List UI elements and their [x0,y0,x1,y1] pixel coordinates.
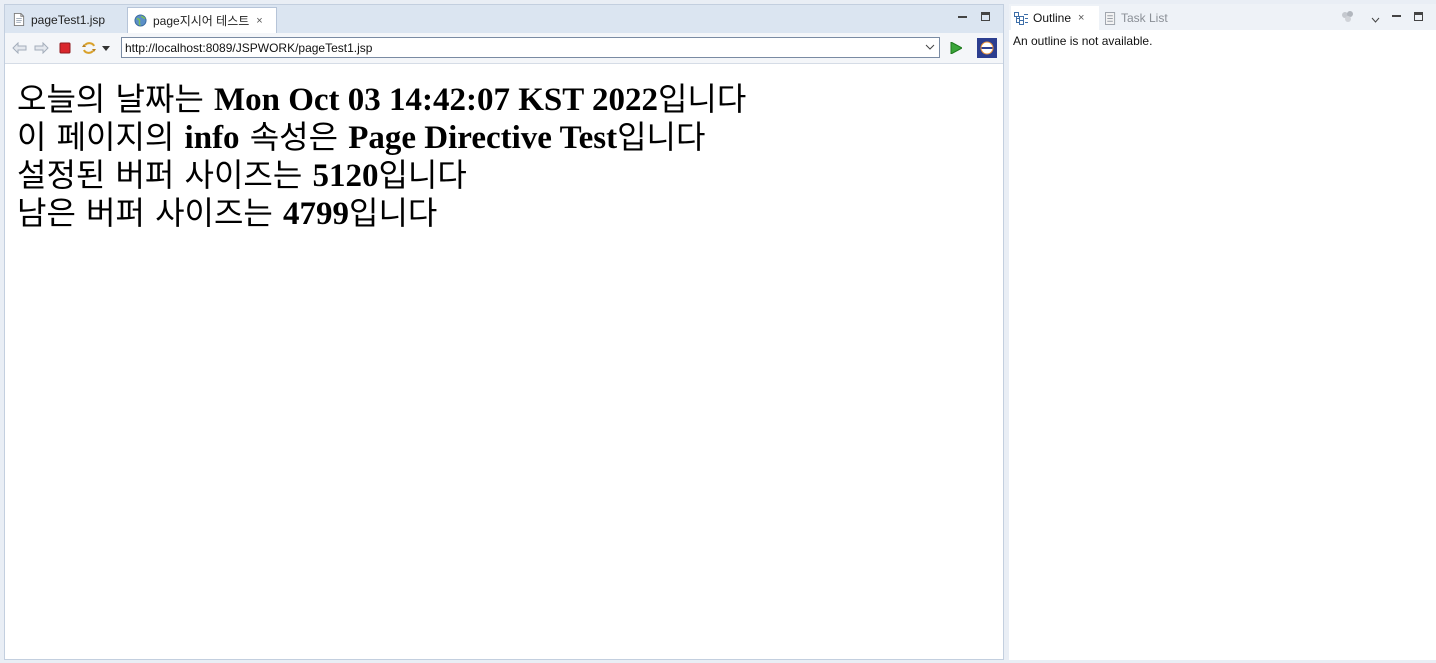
outline-icon [1014,11,1028,25]
maximize-icon[interactable] [981,12,990,21]
date-suffix: 입니다 [657,80,747,118]
back-button[interactable] [11,40,27,56]
browser-toolbar: http://localhost:8089/JSPWORK/pageTest1.… [5,33,1003,64]
info-keyword: info [184,120,240,156]
task-list-icon [1105,11,1116,25]
tab-outline[interactable]: Outline × [1011,6,1099,30]
jsp-file-icon [13,13,25,26]
page-body: 오늘의 날짜는 Mon Oct 03 14:42:07 KST 2022입니다 … [17,81,993,233]
back-arrow-icon [11,42,26,54]
stop-icon [59,42,71,54]
minimize-icon[interactable] [958,12,967,18]
dropdown-arrow-icon [102,45,110,51]
url-text: http://localhost:8089/JSPWORK/pageTest1.… [125,40,373,55]
chevron-down-icon [1371,17,1380,23]
maximize-icon[interactable] [1414,12,1423,21]
play-icon [950,42,962,54]
close-tab-icon[interactable]: × [1078,12,1084,24]
tab-page-directive-test[interactable]: page지시어 테스트 × [127,7,277,33]
tab-label: Outline [1033,11,1072,25]
buffer-size-line: 설정된 버퍼 사이즈는 5120입니다 [17,157,993,195]
info-middle: 속성은 [239,118,349,156]
remaining-buffer-line: 남은 버퍼 사이즈는 4799입니다 [17,195,993,233]
info-suffix: 입니다 [617,118,706,156]
info-prefix: 이 페이지의 [17,118,185,156]
stop-button[interactable] [57,40,73,56]
forward-arrow-icon [34,42,49,54]
go-button[interactable] [948,40,964,56]
view-menu-button[interactable] [1341,10,1355,24]
remaining-buffer-suffix: 입니다 [349,194,438,232]
tab-label: pageTest1.jsp [31,12,106,27]
outline-view-pane: Outline × Task List An outline is not av… [1009,4,1436,660]
forward-button[interactable] [33,40,49,56]
close-tab-icon[interactable]: × [256,15,262,27]
buffer-size-suffix: 입니다 [378,156,467,194]
tab-label: page지시어 테스트 [153,14,250,28]
editor-tab-bar: pageTest1.jsp page지시어 테스트 × [5,5,1003,34]
eclipse-icon [977,38,997,58]
date-prefix: 오늘의 날짜는 [17,80,214,118]
url-history-dropdown[interactable] [921,42,939,53]
refresh-icon [82,42,96,54]
refresh-dropdown[interactable] [101,40,111,56]
date-value: Mon Oct 03 14:42:07 KST 2022 [213,82,658,118]
remaining-buffer-prefix: 남은 버퍼 사이즈는 [17,194,284,232]
side-tab-bar: Outline × Task List [1009,4,1436,30]
refresh-button[interactable] [81,40,97,56]
remaining-buffer-value: 4799 [283,196,350,232]
tab-pagetest1-jsp[interactable]: pageTest1.jsp [7,7,125,32]
buffer-size-prefix: 설정된 버퍼 사이즈는 [17,156,313,194]
buffer-size-value: 5120 [312,158,379,194]
chevron-down-icon [925,44,935,50]
globe-icon [134,14,147,27]
eclipse-browser-button[interactable] [977,38,997,58]
info-value: Page Directive Test [348,120,618,156]
browser-editor-pane: pageTest1.jsp page지시어 테스트 × http://local… [4,4,1004,660]
minimize-icon[interactable] [1392,11,1401,17]
outline-empty-message: An outline is not available. [1013,34,1153,48]
url-field[interactable]: http://localhost:8089/JSPWORK/pageTest1.… [121,37,940,58]
tab-task-list[interactable]: Task List [1105,6,1168,30]
palette-icon [1342,11,1353,22]
tab-label: Task List [1121,11,1168,25]
info-line: 이 페이지의 info 속성은 Page Directive Test입니다 [17,119,993,157]
view-dropdown[interactable] [1371,12,1381,23]
date-line: 오늘의 날짜는 Mon Oct 03 14:42:07 KST 2022입니다 [17,81,993,119]
